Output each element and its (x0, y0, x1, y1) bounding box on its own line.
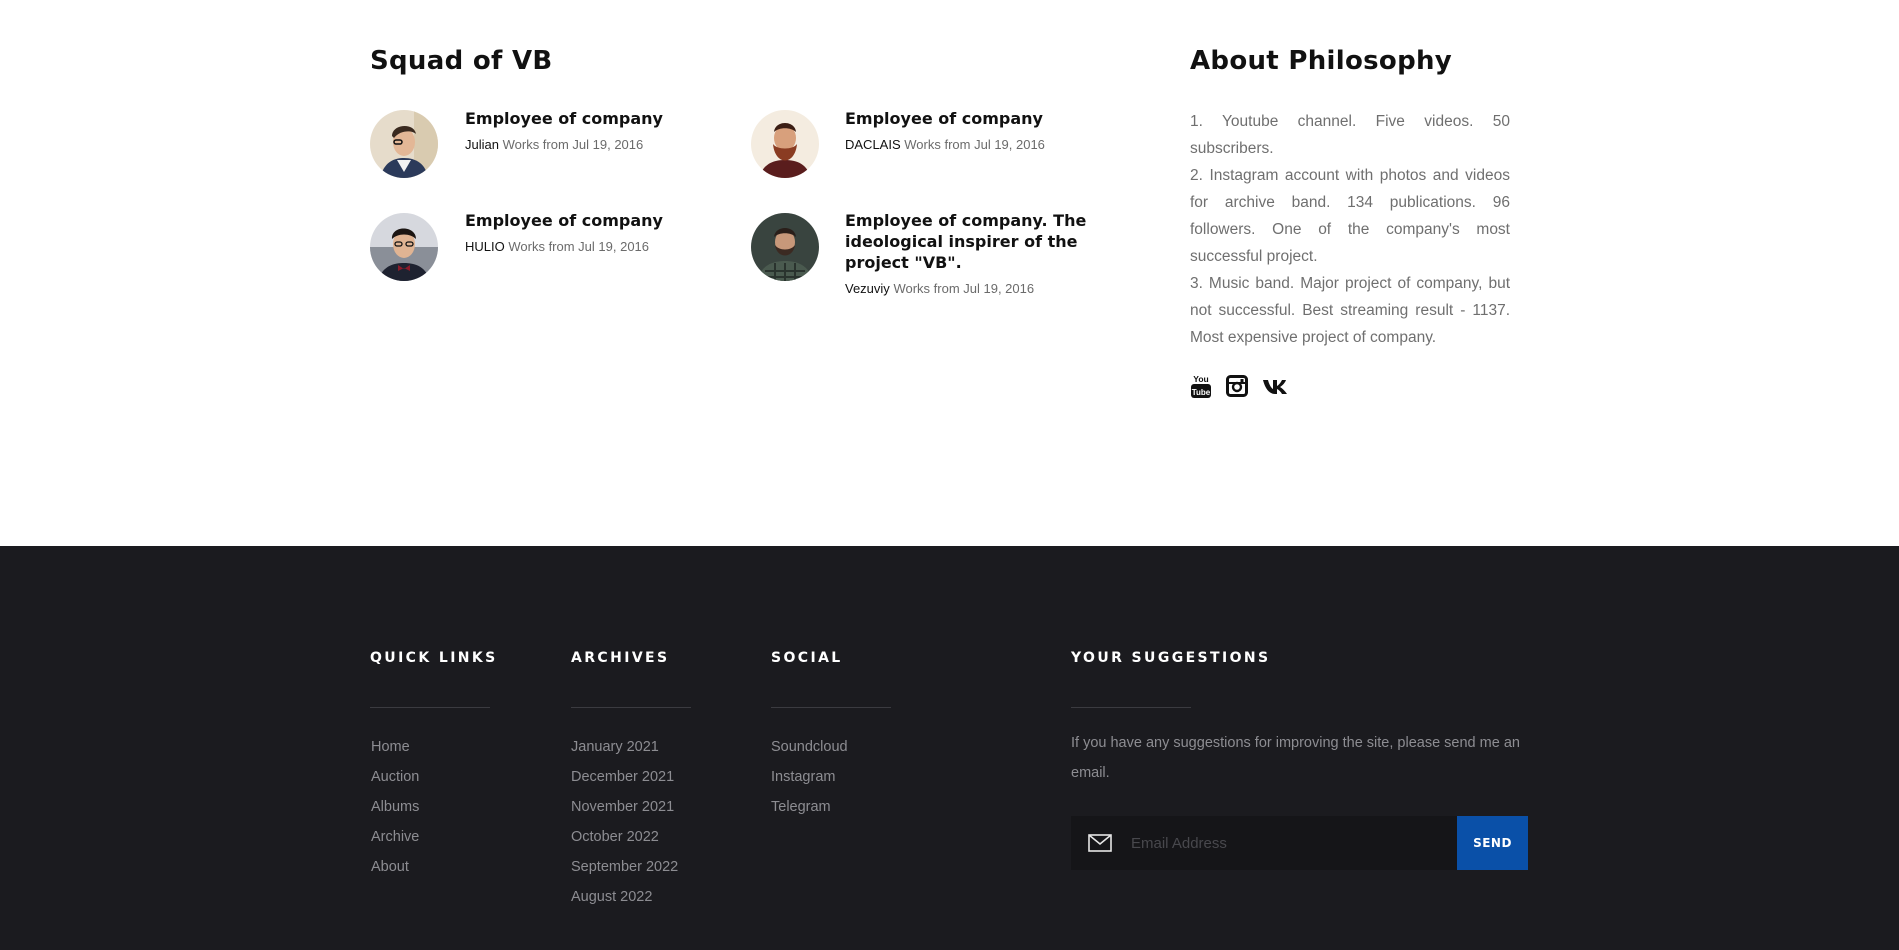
philosophy-paragraph: 1. Youtube channel. Five videos. 50 subs… (1190, 113, 1510, 157)
footer-link-archive[interactable]: Archive (371, 822, 419, 852)
archive-link[interactable]: December 2021 (571, 762, 678, 792)
employee-since: Works from Jul 19, 2016 (502, 137, 644, 152)
email-input[interactable] (1129, 833, 1457, 853)
suggestions-title: YOUR SUGGESTIONS (1071, 650, 1271, 666)
divider (571, 707, 691, 708)
archive-link[interactable]: November 2021 (571, 792, 678, 822)
footer-link-auction[interactable]: Auction (371, 762, 419, 792)
quick-links-title: QUICK LINKS (370, 650, 498, 666)
archive-link[interactable]: September 2022 (571, 852, 678, 882)
archive-link[interactable]: August 2022 (571, 882, 678, 912)
philosophy-paragraph: 3. Music band. Major project of company,… (1190, 275, 1510, 346)
suggestions-text: If you have any suggestions for improvin… (1071, 735, 1520, 781)
employee-meta: Julian Works from Jul 19, 2016 (465, 137, 643, 152)
employee-since: Works from Jul 19, 2016 (893, 281, 1035, 296)
philosophy-text: 1. Youtube channel. Five videos. 50 subs… (1190, 108, 1510, 351)
social-link-instagram[interactable]: Instagram (771, 762, 848, 792)
archive-link[interactable]: October 2022 (571, 822, 678, 852)
footer-link-home[interactable]: Home (371, 732, 419, 762)
social-link-soundcloud[interactable]: Soundcloud (771, 732, 848, 762)
archive-link[interactable]: January 2021 (571, 732, 678, 762)
employee-title: Employee of company (845, 109, 1043, 128)
employee-since: Works from Jul 19, 2016 (904, 137, 1045, 152)
avatar[interactable] (751, 110, 819, 178)
employee-meta: Vezuviy Works from Jul 19, 2016 (845, 281, 1034, 296)
squad-heading: Squad of VB (370, 46, 553, 76)
send-button[interactable]: SEND (1457, 816, 1528, 870)
avatar[interactable] (370, 110, 438, 178)
employee-name: HULIO (465, 239, 505, 254)
instagram-icon[interactable] (1226, 375, 1248, 402)
employee-name: Vezuviy (845, 281, 890, 296)
social-icons: You Tube (1190, 373, 1292, 404)
footer-link-about[interactable]: About (371, 852, 419, 882)
footer (0, 546, 1899, 950)
suggestion-form: SEND (1071, 816, 1528, 870)
employee-name: DACLAIS (845, 137, 901, 152)
employee-name: Julian (465, 137, 499, 152)
email-field-wrapper (1071, 816, 1457, 870)
svg-text:Tube: Tube (1192, 388, 1211, 397)
youtube-icon[interactable]: You Tube (1190, 373, 1212, 404)
archives-list: January 2021 December 2021 November 2021… (571, 732, 678, 912)
archives-title: ARCHIVES (571, 650, 670, 666)
divider (370, 707, 490, 708)
social-title: SOCIAL (771, 650, 843, 666)
social-list: Soundcloud Instagram Telegram (771, 732, 848, 822)
employee-meta: DACLAIS Works from Jul 19, 2016 (845, 137, 1045, 152)
divider (1071, 707, 1191, 708)
philosophy-paragraph: 2. Instagram account with photos and vid… (1190, 167, 1510, 265)
employee-meta: HULIO Works from Jul 19, 2016 (465, 239, 649, 254)
vk-icon[interactable] (1262, 377, 1292, 400)
employee-title: Employee of company (465, 211, 663, 230)
employee-since: Works from Jul 19, 2016 (508, 239, 650, 254)
footer-link-albums[interactable]: Albums (371, 792, 419, 822)
social-link-telegram[interactable]: Telegram (771, 792, 848, 822)
avatar[interactable] (370, 213, 438, 281)
svg-text:You: You (1193, 374, 1208, 384)
avatar[interactable] (751, 213, 819, 281)
divider (771, 707, 891, 708)
content-section: Squad of VB Employee of company Julian W… (0, 0, 1899, 546)
employee-title: Employee of company (465, 109, 663, 128)
employee-title: Employee of company. The ideological ins… (845, 211, 1087, 272)
mail-icon (1071, 834, 1129, 852)
quick-links-list: Home Auction Albums Archive About (371, 732, 419, 882)
philosophy-heading: About Philosophy (1190, 46, 1453, 76)
